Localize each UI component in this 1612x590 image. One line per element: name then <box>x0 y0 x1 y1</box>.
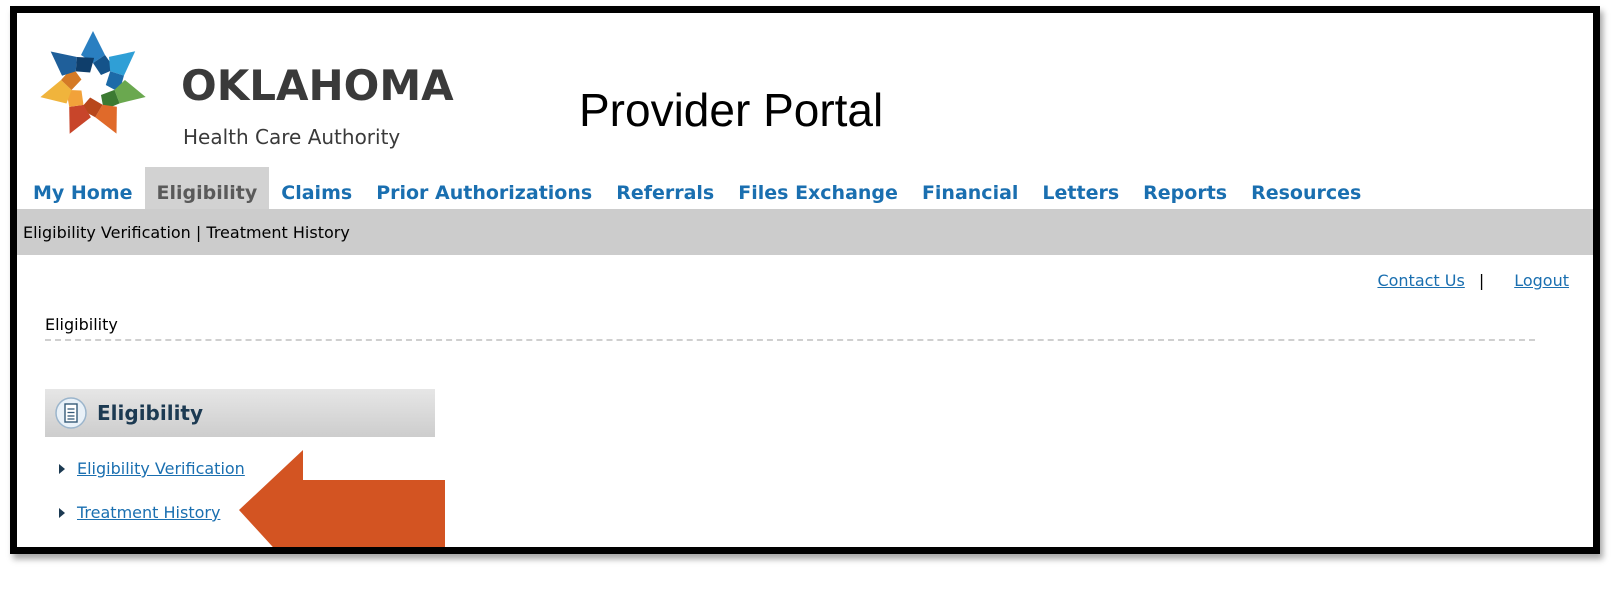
brand-name: OKLAHOMA <box>181 61 454 110</box>
ohca-logo[interactable]: OKLAHOMA Health Care Authority <box>37 29 454 149</box>
panel-title: Eligibility <box>97 401 204 425</box>
document-list-icon <box>55 397 87 429</box>
treatment-history-link[interactable]: Treatment History <box>77 503 220 522</box>
sub-nav: Eligibility Verification | Treatment His… <box>17 209 1593 255</box>
tab-eligibility[interactable]: Eligibility <box>144 167 270 211</box>
tab-financial[interactable]: Financial <box>910 167 1030 211</box>
subnav-eligibility-verification[interactable]: Eligibility Verification <box>23 223 191 242</box>
divider <box>45 339 1535 341</box>
star-logo-icon <box>40 31 146 134</box>
tab-claims[interactable]: Claims <box>269 167 364 211</box>
tab-referrals[interactable]: Referrals <box>604 167 726 211</box>
utility-separator: | <box>1478 271 1485 290</box>
logout-link[interactable]: Logout <box>1514 271 1569 290</box>
brand-subtitle: Health Care Authority <box>183 125 401 149</box>
contact-us-link[interactable]: Contact Us <box>1377 271 1464 290</box>
subnav-treatment-history[interactable]: Treatment History <box>206 223 349 242</box>
tab-reports[interactable]: Reports <box>1131 167 1239 211</box>
bullet-triangle-icon <box>59 507 65 518</box>
eligibility-verification-link[interactable]: Eligibility Verification <box>77 459 245 478</box>
tab-prior-authorizations[interactable]: Prior Authorizations <box>364 167 604 211</box>
breadcrumb: Eligibility <box>45 315 118 334</box>
tab-letters[interactable]: Letters <box>1030 167 1131 211</box>
callout-arrow-icon <box>239 450 445 547</box>
eligibility-panel-header: Eligibility <box>45 389 435 437</box>
panel-link-item: Treatment History <box>59 503 220 522</box>
tab-my-home[interactable]: My Home <box>21 167 145 211</box>
panel-link-item: Eligibility Verification <box>59 459 245 478</box>
utility-links: Contact Us | Logout <box>1377 271 1569 290</box>
bullet-triangle-icon <box>59 463 65 474</box>
main-nav: My Home Eligibility Claims Prior Authori… <box>21 167 1373 211</box>
tab-files-exchange[interactable]: Files Exchange <box>726 167 910 211</box>
tab-resources[interactable]: Resources <box>1239 167 1373 211</box>
portal-window: OKLAHOMA Health Care Authority Provider … <box>10 6 1600 554</box>
subnav-separator: | <box>190 222 207 242</box>
page-title: Provider Portal <box>579 84 884 136</box>
